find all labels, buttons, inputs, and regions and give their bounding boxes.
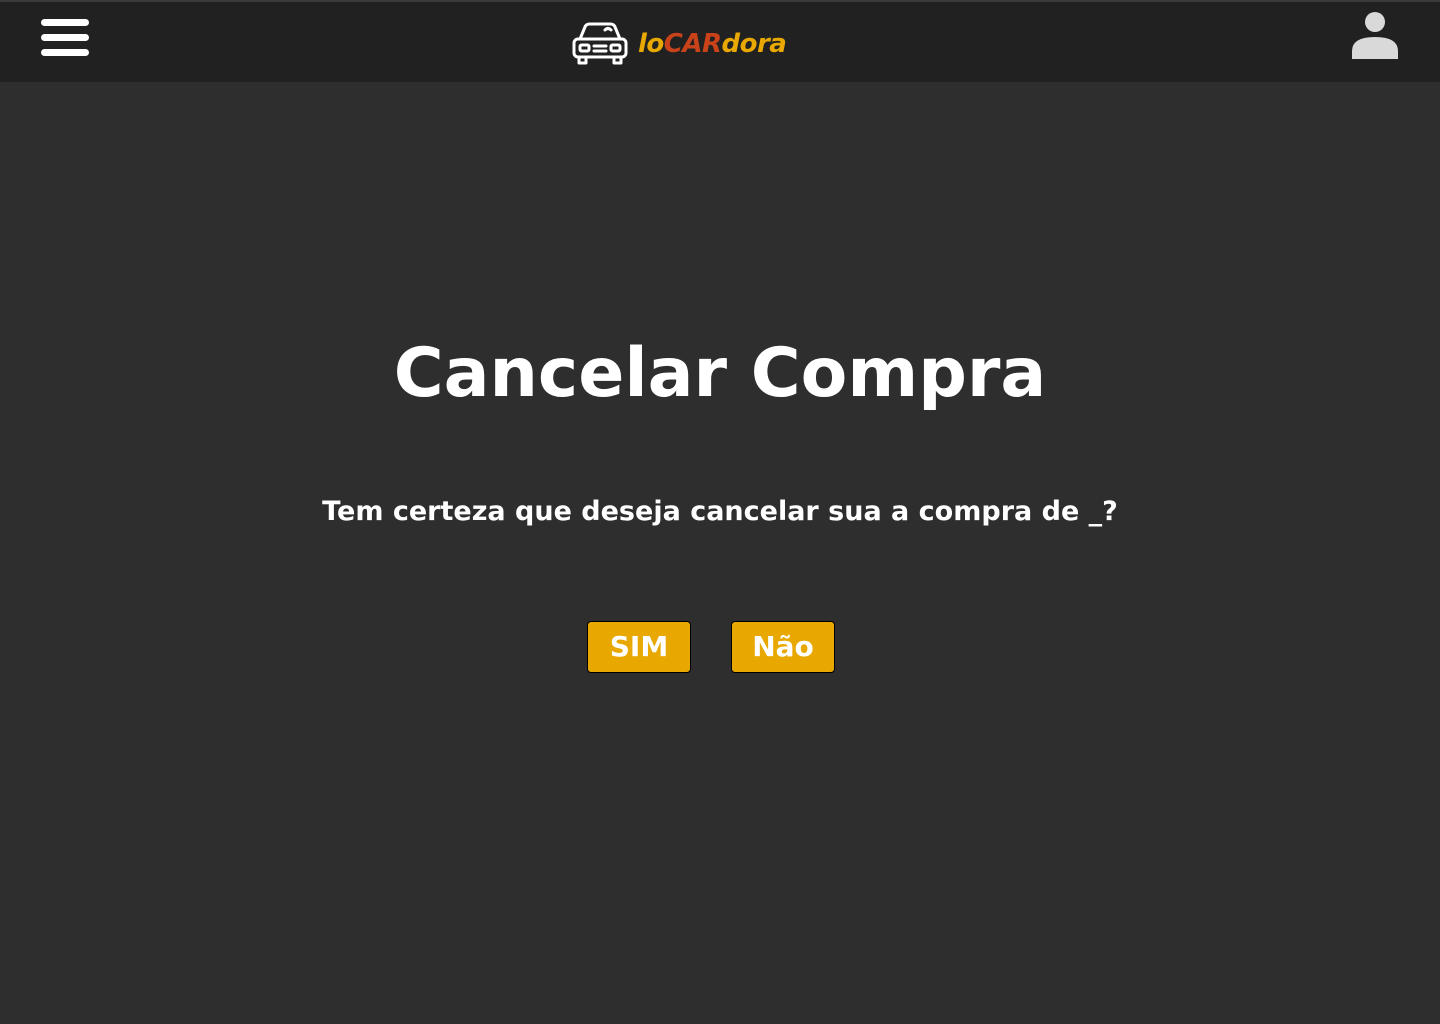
- brand-name-part-car: CAR: [663, 29, 722, 59]
- confirmation-question: Tem certeza que deseja cancelar sua a co…: [322, 496, 1118, 527]
- confirm-no-button[interactable]: Não: [731, 621, 835, 673]
- page-title: Cancelar Compra: [393, 334, 1047, 413]
- confirm-yes-button[interactable]: SIM: [587, 621, 691, 673]
- brand-name-part-lo: lo: [638, 29, 664, 59]
- user-avatar-icon[interactable]: [1350, 11, 1400, 61]
- brand-logo[interactable]: loCARdora: [571, 20, 787, 68]
- brand-name: loCARdora: [638, 29, 787, 59]
- top-navigation-bar: loCARdora: [0, 0, 1440, 82]
- brand-name-part-dora: dora: [721, 29, 787, 59]
- hamburger-menu-icon[interactable]: [41, 19, 89, 57]
- car-icon: [572, 22, 628, 65]
